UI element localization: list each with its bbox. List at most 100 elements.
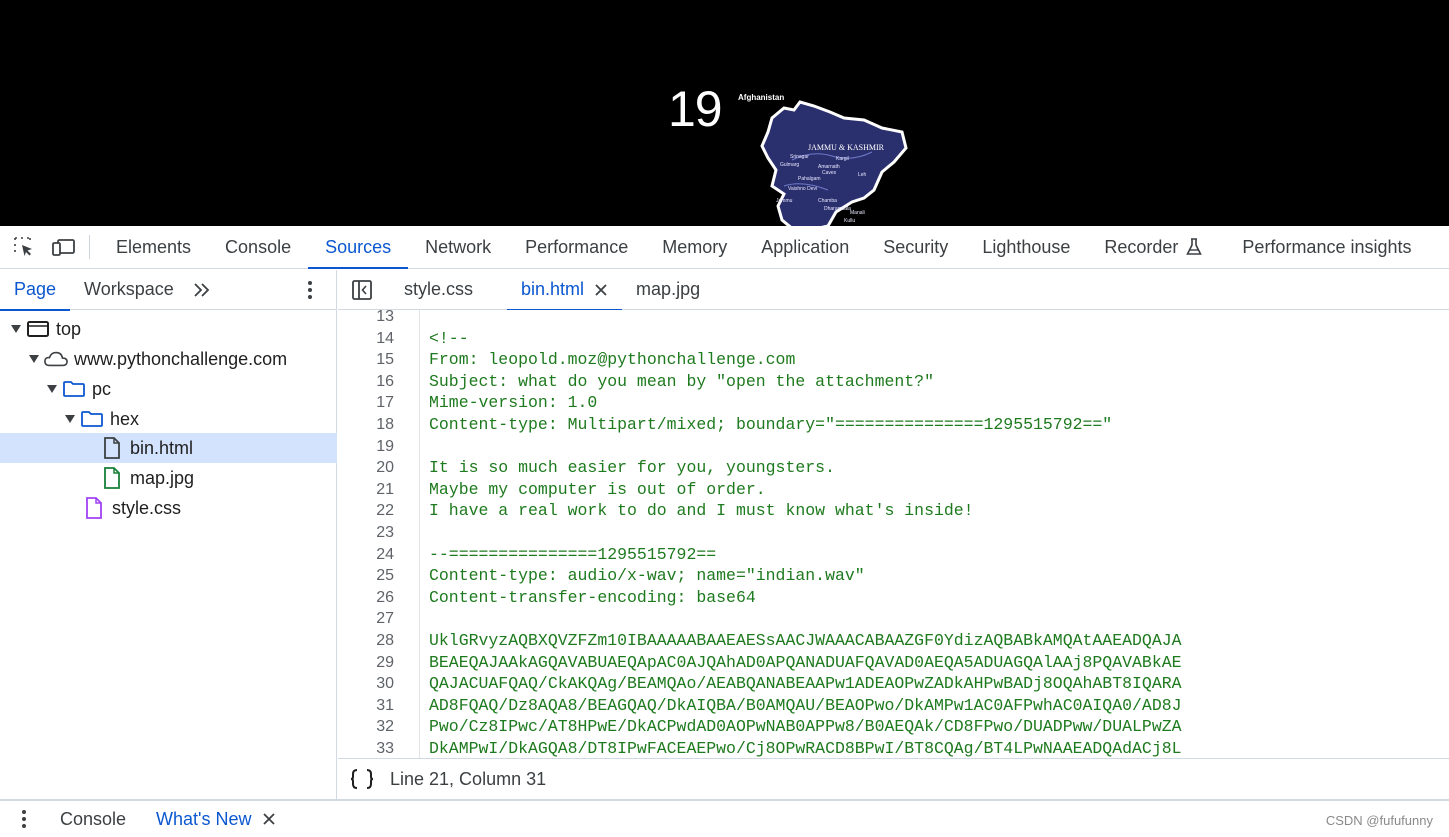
tab-performance-insights[interactable]: Performance insights	[1208, 226, 1428, 269]
close-icon[interactable]	[262, 812, 276, 826]
toggle-navigator-icon[interactable]	[348, 276, 376, 304]
tree-item-label: pc	[92, 378, 112, 399]
drawer-tab-console[interactable]: Console	[48, 801, 144, 837]
tab-memory[interactable]: Memory	[645, 226, 744, 269]
tab-application[interactable]: Application	[744, 226, 866, 269]
watermark-text: CSDN @fufufunny	[1325, 813, 1433, 828]
navigator-tabs: Page Workspace	[0, 270, 336, 311]
line-number: 17	[376, 394, 394, 412]
tree-item-file-style-css[interactable]: style.css	[0, 493, 337, 523]
tree-item-label: bin.html	[130, 437, 194, 458]
tree-item-label: hex	[110, 408, 140, 429]
tab-performance[interactable]: Performance	[508, 226, 645, 269]
code-line: 28 UklGRvyzAQBXQVZFZm10IBAAAAABAAEAESsAAC…	[338, 630, 1449, 652]
tab-recorder[interactable]: Recorder	[1087, 226, 1208, 269]
device-toolbar-icon[interactable]	[50, 233, 78, 261]
svg-text:Srinagar: Srinagar	[790, 154, 809, 160]
more-tabs-chevron-icon[interactable]	[188, 276, 216, 304]
svg-text:Dharamsala: Dharamsala	[824, 206, 851, 212]
line-number: 30	[376, 675, 394, 693]
tab-workspace[interactable]: Workspace	[70, 270, 188, 310]
tree-item-domain[interactable]: www.pythonchallenge.com	[0, 344, 337, 374]
tree-item-file-bin-html[interactable]: bin.html	[0, 433, 337, 463]
line-text: --===============1295515792==	[429, 544, 717, 564]
code-line: 31 AD8FQAQ/Dz8AQA8/BEAGQAQ/DkAIQBA/B0AMQA…	[338, 695, 1449, 717]
line-number: 23	[376, 524, 394, 541]
tree-item-folder-hex[interactable]: hex	[0, 404, 337, 434]
map-region-label: JAMMU & KASHMIR	[808, 143, 885, 152]
line-number: 25	[376, 567, 394, 585]
kebab-menu-icon[interactable]	[296, 276, 324, 304]
editor-tab-label: bin.html	[521, 279, 585, 299]
tab-recorder-label: Recorder	[1104, 236, 1179, 257]
tab-network[interactable]: Network	[408, 226, 508, 269]
line-text: Pwo/Cz8IPwc/AT8HPwE/DkACPwdAD0AOPwNAB0AP…	[429, 717, 1182, 737]
line-text: Content-type: audio/x-wav; name="indian.…	[429, 566, 865, 586]
line-number: 15	[376, 351, 394, 369]
line-number: 19	[376, 437, 394, 455]
svg-text:Kargil: Kargil	[836, 156, 849, 162]
line-number: 21	[376, 480, 394, 498]
tab-console[interactable]: Console	[208, 226, 308, 269]
line-text: <!--	[429, 328, 469, 348]
code-line: 27	[338, 608, 1449, 630]
line-number: 22	[376, 502, 394, 520]
tab-sources[interactable]: Sources	[308, 226, 409, 269]
tab-lighthouse[interactable]: Lighthouse	[965, 226, 1087, 269]
code-line: 23	[338, 522, 1449, 544]
code-line: 33 DkAMPwI/DkAGQA8/DT8IPwFACEAEPwo/Cj8OPw…	[338, 738, 1449, 758]
line-number: 16	[376, 372, 394, 390]
expand-triangle-icon[interactable]	[28, 353, 40, 365]
devtools-drawer-tabs: Console What's New CSDN @fufufunny	[0, 799, 1449, 837]
inspect-element-icon[interactable]	[10, 233, 38, 261]
line-number: 26	[376, 588, 394, 606]
drawer-menu-kebab-icon[interactable]	[10, 805, 38, 833]
code-editor[interactable]: 13 14 <!-- 15 From: leopold.moz@pythonchal…	[338, 310, 1449, 758]
tree-item-label: map.jpg	[130, 467, 195, 488]
line-number: 32	[376, 718, 394, 736]
line-text: DkAMPwI/DkAGQA8/DT8IPwFACEAEPwo/Cj8OPwRA…	[429, 739, 1182, 758]
toolbar-divider	[89, 235, 90, 259]
tab-security[interactable]: Security	[866, 226, 965, 269]
line-number: 28	[376, 632, 394, 649]
map-country-label: Afghanistan	[738, 93, 784, 102]
line-text: Mime-version: 1.0	[429, 393, 598, 413]
tree-item-folder-pc[interactable]: pc	[0, 374, 337, 404]
tree-item-top[interactable]: top	[0, 314, 337, 344]
code-line: 17 Mime-version: 1.0	[338, 392, 1449, 414]
code-line: 16 Subject: what do you mean by "open the…	[338, 371, 1449, 393]
expand-triangle-icon[interactable]	[46, 383, 58, 395]
code-line: 19	[338, 436, 1449, 458]
drawer-tab-label: What's New	[156, 808, 252, 829]
line-text: I have a real work to do and I must know…	[429, 501, 974, 521]
editor-tab-style-css[interactable]: style.css	[390, 270, 507, 310]
page-viewport: 19 Afghanistan JAMMU & KASHMIR Srinagar …	[0, 0, 1449, 226]
expand-triangle-icon[interactable]	[10, 323, 22, 335]
editor-tab-bin-html[interactable]: bin.html	[507, 270, 623, 311]
page-number-text: 19	[668, 81, 723, 137]
code-line: 14 <!--	[338, 328, 1449, 350]
pretty-print-braces-icon[interactable]	[348, 765, 376, 793]
expand-triangle-icon[interactable]	[64, 413, 76, 425]
sources-navigator: Page Workspace top www.pythonchallenge.c…	[0, 270, 337, 799]
drawer-tab-whats-new[interactable]: What's New	[144, 801, 287, 837]
svg-text:Chamba: Chamba	[818, 198, 837, 204]
code-line: 13	[338, 310, 1449, 328]
tab-page[interactable]: Page	[0, 270, 71, 311]
line-number: 20	[376, 459, 394, 477]
svg-text:Leh: Leh	[858, 172, 867, 178]
css-file-icon	[82, 496, 106, 520]
line-number: 14	[376, 329, 394, 347]
editor-tab-map-jpg[interactable]: map.jpg	[622, 270, 714, 310]
line-text: From: leopold.moz@pythonchallenge.com	[429, 350, 796, 370]
tree-item-file-map-jpg[interactable]: map.jpg	[0, 463, 337, 493]
close-icon[interactable]	[594, 283, 608, 297]
folder-icon	[80, 407, 104, 431]
code-line: 26 Content-transfer-encoding: base64	[338, 587, 1449, 609]
line-number: 33	[376, 740, 394, 757]
editor-tab-bar: style.css bin.html map.jpg	[338, 270, 1449, 311]
code-line: 21 Maybe my computer is out of order.	[338, 479, 1449, 501]
tab-elements[interactable]: Elements	[99, 226, 208, 269]
svg-text:Manali: Manali	[850, 210, 865, 216]
code-line: 15 From: leopold.moz@pythonchallenge.com	[338, 349, 1449, 371]
